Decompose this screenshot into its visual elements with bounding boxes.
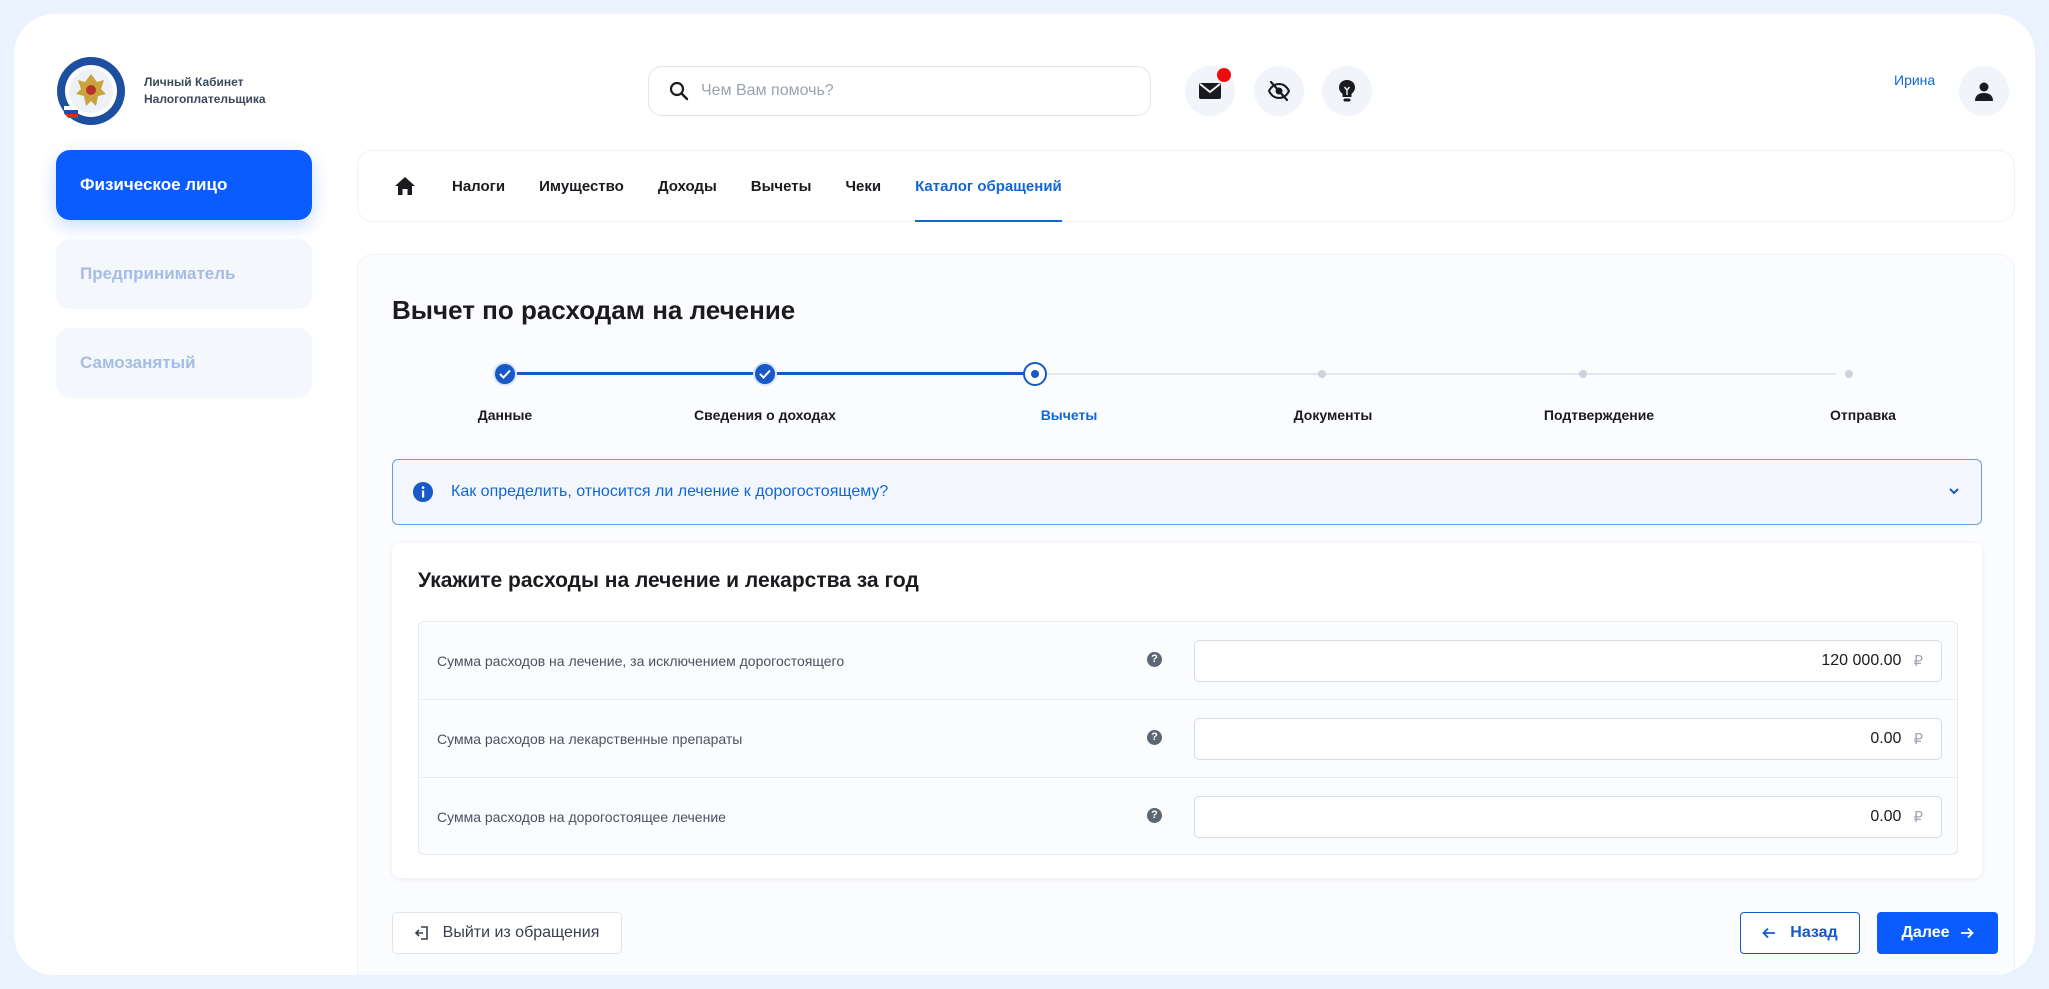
user-name-link[interactable]: Ирина bbox=[1894, 72, 1935, 88]
logo[interactable]: Личный Кабинет Налогоплательщика bbox=[56, 56, 284, 126]
form-row-medicines: Сумма расходов на лекарственные препарат… bbox=[419, 700, 1957, 778]
step-pending-icon bbox=[1318, 370, 1326, 378]
expensive-treatment-amount-field[interactable]: 0.00 ₽ bbox=[1194, 796, 1942, 838]
row-label: Сумма расходов на лечение, за исключение… bbox=[437, 653, 845, 669]
ruble-sign: ₽ bbox=[1913, 809, 1923, 826]
step-label-documents: Документы bbox=[1293, 407, 1373, 423]
fns-emblem-icon bbox=[57, 57, 125, 125]
nav-label: Имущество bbox=[539, 177, 624, 195]
sidebar-item-label: Физическое лицо bbox=[80, 175, 228, 194]
expenses-table: Сумма расходов на лечение, за исключение… bbox=[418, 621, 1958, 855]
form-row-treatment: Сумма расходов на лечение, за исключение… bbox=[419, 622, 1957, 700]
notification-badge bbox=[1217, 68, 1231, 82]
step-done-icon bbox=[493, 362, 517, 386]
nav-label: Каталог обращений bbox=[915, 177, 1062, 195]
row-label: Сумма расходов на лекарственные препарат… bbox=[437, 731, 743, 747]
back-button[interactable]: Назад bbox=[1740, 912, 1860, 954]
back-label: Назад bbox=[1790, 924, 1838, 941]
hide-amounts-button[interactable] bbox=[1254, 66, 1304, 116]
nav-label: Чеки bbox=[845, 177, 882, 195]
step-pending-icon bbox=[1579, 370, 1587, 378]
arrow-left-icon bbox=[1762, 927, 1776, 939]
exit-request-button[interactable]: Выйти из обращения bbox=[392, 912, 622, 954]
amount-value: 120 000.00 bbox=[1821, 652, 1902, 669]
info-accordion[interactable]: Как определить, относится ли лечение к д… bbox=[392, 459, 1982, 525]
nav-deductions[interactable]: Вычеты bbox=[751, 150, 812, 222]
app-window: Личный Кабинет Налогоплательщика Ирина bbox=[14, 14, 2035, 975]
nav-requests-catalog[interactable]: Каталог обращений bbox=[915, 150, 1062, 222]
step-pending-icon bbox=[1845, 370, 1853, 378]
help-icon[interactable]: ? bbox=[1147, 730, 1162, 745]
help-icon[interactable]: ? bbox=[1147, 808, 1162, 823]
home-icon bbox=[395, 177, 415, 195]
nav-taxes[interactable]: Налоги bbox=[452, 150, 505, 222]
step-label-data: Данные bbox=[477, 407, 533, 423]
nav-property[interactable]: Имущество bbox=[539, 150, 624, 222]
next-button[interactable]: Далее bbox=[1877, 912, 1998, 954]
step-label-sending: Отправка bbox=[1830, 407, 1896, 423]
top-navigation: Налоги Имущество Доходы Вычеты Чеки Ката… bbox=[357, 150, 2015, 222]
step-current-icon bbox=[1023, 362, 1047, 386]
nav-label: Доходы bbox=[657, 177, 717, 195]
sidebar-item-individual[interactable]: Физическое лицо bbox=[56, 150, 312, 220]
form-title: Укажите расходы на лечение и лекарства з… bbox=[418, 569, 919, 592]
step-label-income: Сведения о доходах bbox=[694, 407, 836, 423]
ruble-sign: ₽ bbox=[1913, 653, 1923, 670]
step-label-confirmation: Подтверждение bbox=[1543, 407, 1655, 423]
form-row-expensive-treatment: Сумма расходов на дорогостоящее лечение … bbox=[419, 778, 1957, 856]
search-input[interactable] bbox=[701, 82, 1101, 100]
nav-receipts[interactable]: Чеки bbox=[845, 150, 881, 222]
chevron-down-icon bbox=[1949, 488, 1959, 495]
exit-request-label: Выйти из обращения bbox=[442, 924, 600, 941]
amount-value: 0.00 bbox=[1870, 730, 1902, 747]
nav-label: Вычеты bbox=[750, 177, 812, 195]
medicines-amount-field[interactable]: 0.00 ₽ bbox=[1194, 718, 1942, 760]
sidebar-item-self-employed[interactable]: Самозанятый bbox=[56, 328, 312, 398]
main-panel: Вычет по расходам на лечение Данные Свед… bbox=[357, 254, 2015, 975]
progress-stepper: Данные Сведения о доходах Вычеты Докумен… bbox=[358, 255, 2014, 455]
eye-off-icon bbox=[1267, 81, 1291, 101]
treatment-amount-field[interactable]: 120 000.00 ₽ bbox=[1194, 640, 1942, 682]
step-done-icon bbox=[753, 362, 777, 386]
profile-button[interactable] bbox=[1959, 66, 2009, 116]
row-label: Сумма расходов на дорогостоящее лечение bbox=[437, 809, 726, 825]
lightbulb-icon bbox=[1339, 80, 1355, 102]
step-label-deductions: Вычеты bbox=[1040, 407, 1098, 423]
sidebar-item-entrepreneur[interactable]: Предприниматель bbox=[56, 239, 312, 309]
user-icon bbox=[1975, 82, 1993, 101]
next-label: Далее bbox=[1901, 924, 1950, 941]
nav-label: Налоги bbox=[452, 177, 506, 195]
logo-text: Личный Кабинет Налогоплательщика bbox=[144, 75, 266, 106]
stepper-line-pending bbox=[1035, 373, 1836, 375]
search-box[interactable] bbox=[648, 66, 1151, 116]
nav-income[interactable]: Доходы bbox=[658, 150, 717, 222]
mail-icon bbox=[1199, 83, 1221, 99]
messages-button[interactable] bbox=[1185, 66, 1235, 116]
nav-home[interactable] bbox=[394, 150, 416, 222]
help-icon[interactable]: ? bbox=[1147, 652, 1162, 667]
exit-icon bbox=[414, 926, 428, 940]
sidebar-item-label: Самозанятый bbox=[80, 353, 196, 372]
arrow-right-icon bbox=[1960, 927, 1974, 939]
sidebar-item-label: Предприниматель bbox=[80, 264, 236, 283]
expenses-form: Укажите расходы на лечение и лекарства з… bbox=[392, 543, 1982, 878]
tips-button[interactable] bbox=[1322, 66, 1372, 116]
amount-value: 0.00 bbox=[1870, 808, 1902, 825]
info-accordion-title: Как определить, относится ли лечение к д… bbox=[451, 483, 889, 500]
ruble-sign: ₽ bbox=[1913, 731, 1923, 748]
search-icon bbox=[669, 81, 689, 101]
info-icon bbox=[413, 482, 433, 502]
